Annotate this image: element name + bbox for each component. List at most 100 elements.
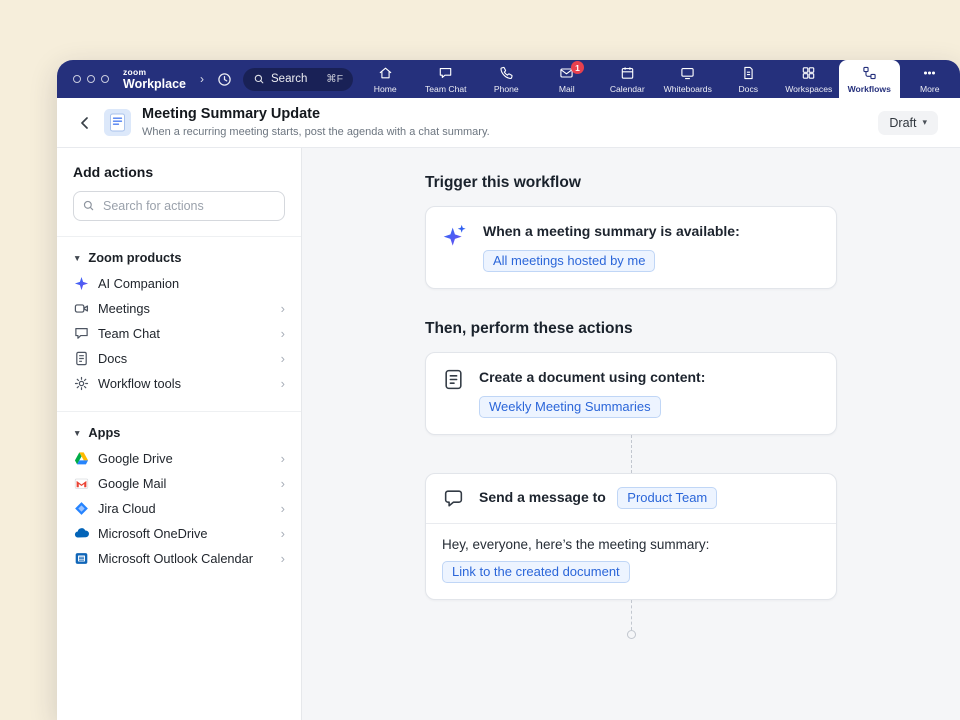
calendar-icon xyxy=(619,65,636,81)
message-recipient-pill[interactable]: Product Team xyxy=(617,487,717,509)
sidebar-item-microsoft-outlook-calendar[interactable]: Microsoft Outlook Calendar › xyxy=(73,546,285,571)
page-subtitle: When a recurring meeting starts, post th… xyxy=(142,126,490,139)
document-content-pill[interactable]: Weekly Meeting Summaries xyxy=(479,396,661,418)
caret-down-icon: ▼ xyxy=(73,428,81,438)
tab-label: Team Chat xyxy=(425,84,467,94)
global-search-input[interactable]: Search ⌘F xyxy=(243,68,353,91)
ai-companion-icon xyxy=(73,276,89,292)
tab-label: Docs xyxy=(738,84,758,94)
tab-whiteboards[interactable]: Whiteboards xyxy=(658,60,719,98)
gmail-icon xyxy=(73,476,89,492)
caret-down-icon: ▼ xyxy=(73,253,81,263)
tab-label: Calendar xyxy=(610,84,645,94)
create-document-card[interactable]: Create a document using content: Weekly … xyxy=(425,352,837,435)
chevron-right-icon: › xyxy=(281,377,285,390)
chevron-right-icon: › xyxy=(281,527,285,540)
team-chat-icon xyxy=(437,65,454,81)
trigger-card[interactable]: When a meeting summary is available: All… xyxy=(425,206,837,289)
section-zoom-products[interactable]: ▼ Zoom products xyxy=(73,250,285,265)
tab-more[interactable]: More xyxy=(900,60,960,98)
actions-search-input[interactable] xyxy=(73,191,285,221)
sidebar-item-jira-cloud[interactable]: Jira Cloud › xyxy=(73,496,285,521)
document-icon xyxy=(442,368,465,391)
tab-workspaces[interactable]: Workspaces xyxy=(779,60,840,98)
sidebar-item-workflow-tools[interactable]: Workflow tools › xyxy=(73,371,285,396)
tab-home[interactable]: Home xyxy=(355,60,416,98)
workflow-connector xyxy=(631,435,632,473)
mail-unread-badge: 1 xyxy=(571,61,584,74)
send-message-card[interactable]: Send a message to Product Team Hey, ever… xyxy=(425,473,837,600)
history-icon[interactable] xyxy=(216,71,233,88)
window-control-dot[interactable] xyxy=(73,75,81,83)
tab-mail[interactable]: 1 Mail xyxy=(537,60,598,98)
sidebar-heading: Add actions xyxy=(73,164,285,180)
logo-line1: zoom xyxy=(123,68,186,77)
sidebar-item-label: Meetings xyxy=(98,301,150,316)
sidebar-item-label: Google Drive xyxy=(98,451,173,466)
tab-label: More xyxy=(920,84,940,94)
chevron-left-icon xyxy=(77,115,93,131)
trigger-scope-pill[interactable]: All meetings hosted by me xyxy=(483,250,655,272)
tab-label: Workspaces xyxy=(785,84,832,94)
sidebar-item-label: Jira Cloud xyxy=(98,501,156,516)
search-icon xyxy=(82,199,95,212)
outlook-calendar-icon xyxy=(73,551,89,567)
tab-workflows[interactable]: Workflows xyxy=(839,60,900,98)
sidebar-item-label: Microsoft OneDrive xyxy=(98,526,208,541)
app-window: zoom Workplace › Search ⌘F xyxy=(57,60,960,720)
nav-expand-chevron-icon[interactable]: › xyxy=(198,72,206,86)
chevron-right-icon: › xyxy=(281,352,285,365)
tab-docs[interactable]: Docs xyxy=(718,60,779,98)
status-dropdown[interactable]: Draft ▾ xyxy=(878,111,938,135)
sidebar-item-label: Google Mail xyxy=(98,476,166,491)
window-controls[interactable] xyxy=(73,75,109,83)
sidebar-divider xyxy=(57,411,301,412)
sidebar-item-meetings[interactable]: Meetings › xyxy=(73,296,285,321)
workspaces-icon xyxy=(800,65,817,81)
gear-icon xyxy=(73,376,89,392)
tab-phone[interactable]: Phone xyxy=(476,60,537,98)
sidebar-item-label: Docs xyxy=(98,351,127,366)
sidebar-item-google-drive[interactable]: Google Drive › xyxy=(73,446,285,471)
tab-team-chat[interactable]: Team Chat xyxy=(416,60,477,98)
google-drive-icon xyxy=(73,451,89,467)
workflow-end-node[interactable] xyxy=(627,630,636,639)
sidebar-item-team-chat[interactable]: Team Chat › xyxy=(73,321,285,346)
chevron-right-icon: › xyxy=(281,302,285,315)
send-message-text: Send a message to xyxy=(479,489,606,505)
sidebar-item-label: AI Companion xyxy=(98,276,179,291)
sidebar-item-google-mail[interactable]: Google Mail › xyxy=(73,471,285,496)
window-control-dot[interactable] xyxy=(101,75,109,83)
sidebar-item-label: Team Chat xyxy=(98,326,160,341)
back-button[interactable] xyxy=(77,115,93,131)
sidebar-item-label: Workflow tools xyxy=(98,376,181,391)
onedrive-icon xyxy=(73,526,89,542)
workflow-canvas: Trigger this workflow When a meeting sum… xyxy=(302,148,960,720)
more-icon xyxy=(921,65,938,81)
message-body-text: Hey, everyone, here’s the meeting summar… xyxy=(442,537,820,552)
sidebar-item-docs[interactable]: Docs › xyxy=(73,346,285,371)
document-link-pill[interactable]: Link to the created document xyxy=(442,561,630,583)
search-shortcut: ⌘F xyxy=(326,73,343,85)
status-badge: Draft xyxy=(889,116,916,130)
workflow-connector xyxy=(631,600,632,630)
tab-calendar[interactable]: Calendar xyxy=(597,60,658,98)
actions-sidebar: Add actions ▼ Zoom products xyxy=(57,148,302,720)
section-apps[interactable]: ▼ Apps xyxy=(73,425,285,440)
docs-icon xyxy=(740,65,757,81)
docs-icon xyxy=(73,351,89,367)
whiteboards-icon xyxy=(679,65,696,81)
page-title: Meeting Summary Update xyxy=(142,106,490,123)
sidebar-item-ai-companion[interactable]: AI Companion xyxy=(73,271,285,296)
team-chat-icon xyxy=(73,326,89,342)
tab-label: Phone xyxy=(494,84,519,94)
chevron-right-icon: › xyxy=(281,552,285,565)
trigger-text: When a meeting summary is available: xyxy=(483,222,740,241)
window-control-dot[interactable] xyxy=(87,75,95,83)
actions-heading: Then, perform these actions xyxy=(425,320,837,338)
sidebar-item-microsoft-onedrive[interactable]: Microsoft OneDrive › xyxy=(73,521,285,546)
sidebar-divider xyxy=(57,236,301,237)
chevron-right-icon: › xyxy=(281,452,285,465)
section-label: Apps xyxy=(88,425,120,440)
meetings-icon xyxy=(73,301,89,317)
